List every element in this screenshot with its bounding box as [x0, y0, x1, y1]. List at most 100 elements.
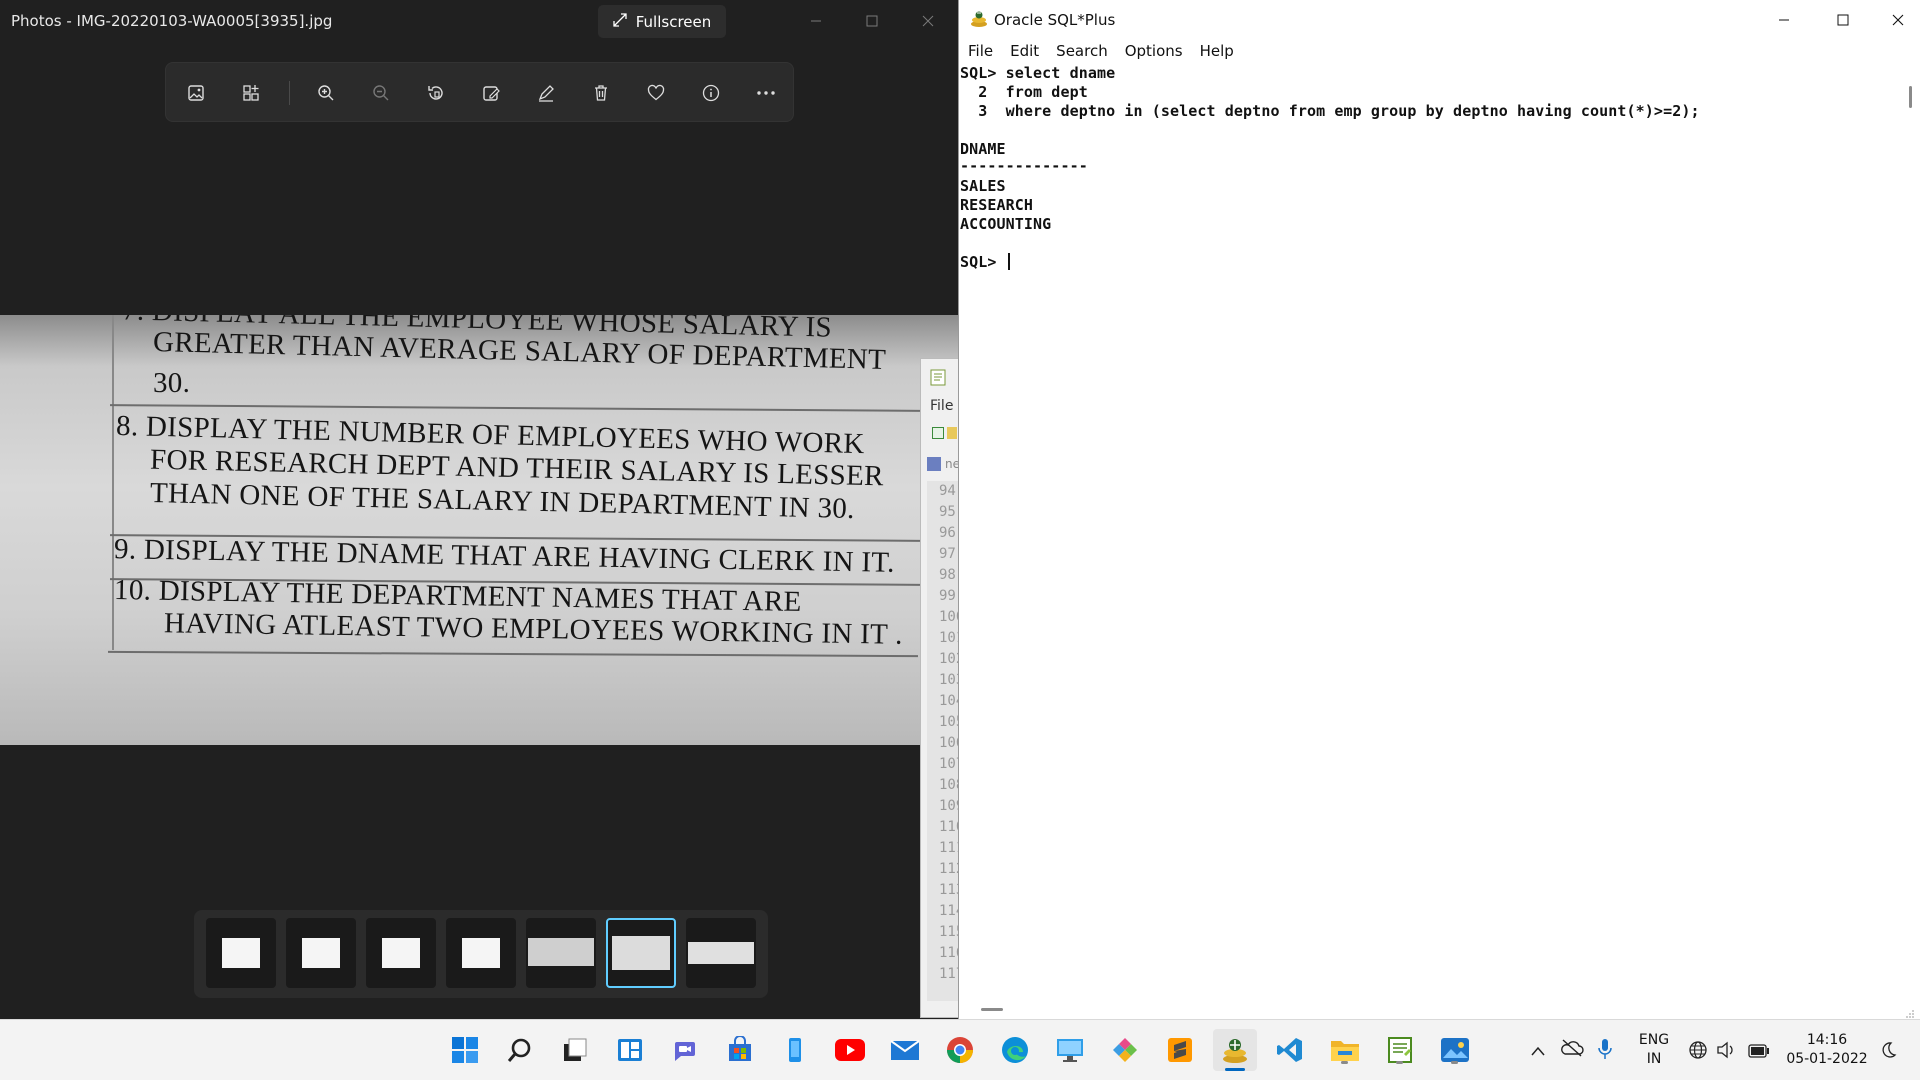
console-line: RESEARCH: [960, 196, 1034, 214]
clock-time: 14:16: [1806, 1032, 1848, 1048]
mail-icon[interactable]: [888, 1033, 922, 1067]
close-button[interactable]: [1875, 6, 1920, 34]
fullscreen-button[interactable]: Fullscreen: [598, 5, 726, 38]
console-line: SQL> select dname: [960, 64, 1116, 82]
notepad-plus-icon[interactable]: [1383, 1033, 1417, 1067]
menu-help[interactable]: Help: [1191, 40, 1242, 64]
clock[interactable]: 14:16 05-01-2022: [1783, 1031, 1871, 1069]
focus-assist-icon[interactable]: [1879, 1041, 1897, 1063]
tab-file-icon: [927, 457, 941, 471]
vscode-icon[interactable]: [1273, 1033, 1307, 1067]
console-line: --------------: [960, 157, 1088, 175]
maximize-button[interactable]: [852, 8, 892, 34]
scrollbar-thumb[interactable]: [981, 1008, 1003, 1011]
sqlplus-title: Oracle SQL*Plus: [994, 11, 1116, 29]
maximize-button[interactable]: [1820, 6, 1866, 34]
sqlplus-taskbar-icon[interactable]: [1213, 1029, 1257, 1071]
horizontal-scrollbar[interactable]: [959, 1000, 1920, 1019]
table-rule: [110, 404, 920, 412]
doc-line: 30.: [153, 367, 191, 399]
fullscreen-label: Fullscreen: [635, 12, 712, 31]
table-rule: [108, 650, 918, 658]
console-line: ACCOUNTING: [960, 215, 1052, 233]
task-view-icon[interactable]: [558, 1033, 592, 1067]
menu-options[interactable]: Options: [1116, 40, 1191, 64]
remote-desktop-icon[interactable]: [1053, 1033, 1087, 1067]
phone-icon[interactable]: [778, 1033, 812, 1067]
running-indicator: [1451, 1061, 1458, 1064]
filmstrip-thumbnail[interactable]: [686, 918, 756, 988]
open-file-icon[interactable]: [947, 427, 957, 439]
edit-image-icon[interactable]: [479, 81, 503, 105]
photos-titlebar: Photos - IMG-20220103-WA0005[3935].jpg F…: [0, 0, 960, 42]
rotate-icon[interactable]: [424, 81, 448, 105]
filmstrip-thumbnail[interactable]: [366, 918, 436, 988]
console-line: 3 where deptno in (select deptno from em…: [960, 102, 1700, 120]
store-icon[interactable]: [723, 1033, 757, 1067]
show-hidden-icons-icon[interactable]: [1530, 1042, 1546, 1061]
language-indicator[interactable]: ENG IN: [1636, 1031, 1672, 1069]
chat-icon[interactable]: [668, 1033, 702, 1067]
menu-search[interactable]: Search: [1047, 40, 1116, 64]
app-icon[interactable]: [1108, 1033, 1142, 1067]
close-button[interactable]: [908, 8, 948, 34]
sublime-icon[interactable]: [1163, 1033, 1197, 1067]
menu-file[interactable]: File: [959, 40, 1001, 64]
favorite-icon[interactable]: [644, 81, 668, 105]
expand-icon: [613, 12, 627, 31]
battery-icon[interactable]: [1748, 1043, 1770, 1062]
sqlplus-window: Oracle SQL*Plus File Edit Search Options…: [958, 0, 1920, 1019]
language-code: ENG: [1638, 1032, 1670, 1048]
filmstrip: [194, 910, 768, 998]
minimize-button[interactable]: [796, 8, 836, 34]
running-indicator: [1396, 1061, 1403, 1064]
new-file-icon[interactable]: [932, 427, 944, 439]
filmstrip-thumbnail[interactable]: [206, 918, 276, 988]
onedrive-icon[interactable]: [1560, 1038, 1584, 1062]
text-cursor: [1007, 253, 1010, 270]
draw-icon[interactable]: [534, 81, 558, 105]
filmstrip-thumbnail[interactable]: [446, 918, 516, 988]
toolbar-separator: [289, 81, 290, 105]
menu-edit[interactable]: Edit: [1001, 40, 1047, 64]
collections-icon[interactable]: [239, 81, 263, 105]
photos-icon[interactable]: [1438, 1033, 1472, 1067]
console-line: DNAME: [960, 140, 1006, 158]
clock-date: 05-01-2022: [1786, 1051, 1868, 1067]
start-icon[interactable]: [448, 1033, 482, 1067]
image-icon[interactable]: [184, 81, 208, 105]
more-icon[interactable]: [754, 81, 778, 105]
vertical-scrollbar[interactable]: [1891, 64, 1920, 1000]
delete-icon[interactable]: [589, 81, 613, 105]
volume-icon[interactable]: [1716, 1041, 1736, 1063]
edge-icon[interactable]: [998, 1033, 1032, 1067]
menu-file[interactable]: File: [930, 398, 953, 414]
scrollbar-thumb[interactable]: [1909, 86, 1912, 108]
console-line: SALES: [960, 177, 1006, 195]
document-photo: 7. DISPLAY ALL THE EMPLOYEE WHOSE SALARY…: [0, 315, 960, 745]
notepad-plus-icon: [929, 367, 949, 391]
search-icon[interactable]: [503, 1033, 537, 1067]
sqlplus-console[interactable]: SQL> select dname 2 from dept 3 where de…: [959, 64, 1891, 1000]
filmstrip-thumbnail[interactable]: [526, 918, 596, 988]
sqlplus-menubar: File Edit Search Options Help: [959, 40, 1920, 64]
zoom-out-icon[interactable]: [369, 81, 393, 105]
filmstrip-thumbnail[interactable]: [286, 918, 356, 988]
photo-viewer-image[interactable]: 7. DISPLAY ALL THE EMPLOYEE WHOSE SALARY…: [0, 315, 960, 745]
chrome-icon[interactable]: [943, 1033, 977, 1067]
youtube-icon[interactable]: [833, 1033, 867, 1067]
photos-toolbar: [165, 62, 794, 122]
file-explorer-icon[interactable]: [1328, 1033, 1362, 1067]
minimize-button[interactable]: [1761, 6, 1807, 34]
sqlplus-titlebar: Oracle SQL*Plus: [959, 0, 1920, 40]
running-indicator: [1341, 1061, 1348, 1064]
network-globe-icon[interactable]: [1688, 1040, 1708, 1064]
zoom-in-icon[interactable]: [314, 81, 338, 105]
microphone-icon[interactable]: [1597, 1037, 1613, 1065]
photos-title: Photos - IMG-20220103-WA0005[3935].jpg: [11, 12, 333, 30]
filmstrip-thumbnail-selected[interactable]: [606, 918, 676, 988]
widgets-icon[interactable]: [613, 1033, 647, 1067]
console-prompt: SQL>: [960, 253, 1006, 271]
info-icon[interactable]: [699, 81, 723, 105]
sqlplus-app-icon: [969, 9, 989, 29]
